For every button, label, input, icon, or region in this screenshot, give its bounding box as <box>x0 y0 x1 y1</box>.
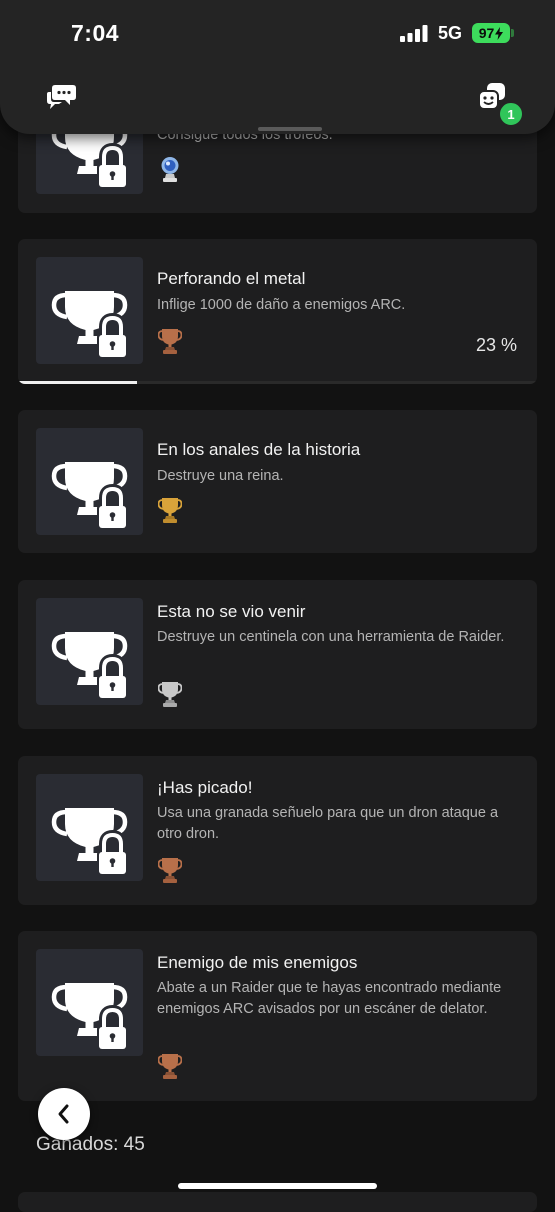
bronze-trophy-icon <box>158 327 182 355</box>
locked-trophy-icon <box>51 983 128 1051</box>
locked-trophy-icon <box>51 291 128 359</box>
trophy-card[interactable]: ¡Has picado! Usa una granada señuelo par… <box>18 756 537 905</box>
chevron-left-icon <box>58 1104 69 1124</box>
signal-icon <box>400 25 428 42</box>
trophy-title: ¡Has picado! <box>157 778 253 797</box>
trophy-title: Perforando el metal <box>157 269 306 288</box>
trophy-description: Usa una granada señuelo para que un dron… <box>157 805 499 842</box>
trophy-thumbnail <box>36 598 143 705</box>
trophy-description: Abate a un Raider que te hayas encontrad… <box>157 980 502 1017</box>
bronze-trophy-icon <box>158 856 182 884</box>
status-bar: 7:04 5G 97 <box>0 0 555 64</box>
trophy-thumbnail <box>36 428 143 535</box>
trophy-thumbnail <box>36 949 143 1056</box>
drag-handle[interactable] <box>258 127 322 131</box>
trophy-progress-text: 23 % <box>475 335 517 355</box>
gold-trophy-icon <box>158 496 182 524</box>
trophy-description: Destruye una reina. <box>157 468 284 484</box>
charging-icon <box>495 26 504 40</box>
battery-indicator: 97 <box>472 23 510 43</box>
trophy-thumbnail <box>36 257 143 364</box>
trophy-card-partial[interactable] <box>18 1192 537 1212</box>
trophy-card[interactable]: En los anales de la historia Destruye un… <box>18 410 537 553</box>
trophy-card[interactable]: Perforando el metal Inflige 1000 de daño… <box>18 239 537 384</box>
platinum-trophy-icon <box>158 155 182 183</box>
chat-icon[interactable] <box>46 82 78 112</box>
trophy-description: Inflige 1000 de daño a enemigos ARC. <box>157 297 406 313</box>
trophy-title: Enemigo de mis enemigos <box>157 953 358 972</box>
status-time: 7:04 <box>71 20 120 46</box>
trophy-card[interactable]: Enemigo de mis enemigos Abate a un Raide… <box>18 931 537 1101</box>
trophy-card[interactable]: Esta no se vio venir Destruye un centine… <box>18 580 537 729</box>
battery-cap <box>511 29 514 37</box>
locked-trophy-icon <box>51 462 128 530</box>
trophy-title: Esta no se vio venir <box>157 602 306 621</box>
back-button[interactable] <box>38 1088 90 1140</box>
locked-trophy-icon <box>51 632 128 700</box>
locked-trophy-icon <box>51 808 128 876</box>
trophy-description: Destruye un centinela con una herramient… <box>157 629 505 645</box>
trophy-progress-fill <box>18 381 138 384</box>
network-label: 5G <box>438 23 463 43</box>
trophy-thumbnail <box>36 774 143 881</box>
battery-level: 97 <box>478 25 495 41</box>
home-indicator[interactable] <box>178 1183 377 1189</box>
bronze-trophy-icon <box>158 1052 182 1080</box>
party-notification-badge: 1 <box>498 101 524 127</box>
silver-trophy-icon <box>158 680 182 708</box>
trophy-title: En los anales de la historia <box>157 440 361 459</box>
